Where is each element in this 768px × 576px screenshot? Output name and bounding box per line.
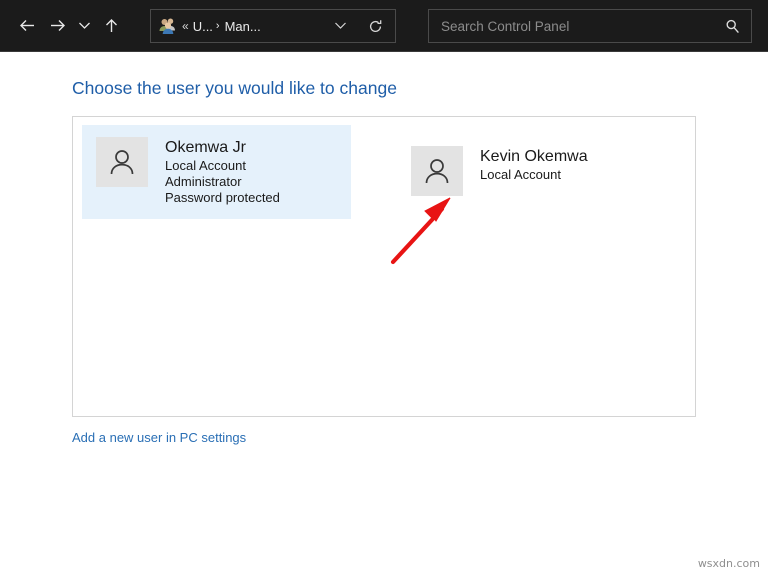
- back-button[interactable]: [12, 11, 42, 41]
- forward-button[interactable]: [42, 11, 72, 41]
- address-dropdown-icon[interactable]: [334, 19, 347, 33]
- user-info: Okemwa Jr Local Account Administrator Pa…: [165, 137, 280, 206]
- content-area: Choose the user you would like to change…: [0, 53, 768, 576]
- user-accounts-icon: [158, 17, 178, 35]
- user-info: Kevin Okemwa Local Account: [480, 146, 588, 183]
- user-name: Kevin Okemwa: [480, 148, 588, 165]
- user-accounts-panel: Okemwa Jr Local Account Administrator Pa…: [72, 116, 696, 417]
- avatar: [96, 137, 148, 187]
- user-account-type: Local Account: [165, 158, 246, 173]
- user-name: Okemwa Jr: [165, 139, 246, 156]
- explorer-toolbar: « U... › Man... Search Control Panel: [0, 0, 768, 52]
- user-role: Administrator: [165, 174, 242, 189]
- recent-locations-button[interactable]: [72, 11, 96, 41]
- user-card-okemwa-jr[interactable]: Okemwa Jr Local Account Administrator Pa…: [82, 125, 351, 219]
- avatar: [411, 146, 463, 196]
- breadcrumb-chevron-icon[interactable]: ›: [216, 20, 220, 32]
- page-title: Choose the user you would like to change: [72, 78, 397, 98]
- refresh-icon[interactable]: [368, 19, 383, 34]
- up-one-level-button[interactable]: [96, 11, 126, 41]
- add-new-user-link[interactable]: Add a new user in PC settings: [72, 430, 246, 445]
- search-icon[interactable]: [725, 19, 740, 34]
- search-control-panel-box[interactable]: Search Control Panel: [428, 9, 752, 43]
- breadcrumb-item-1[interactable]: U...: [193, 19, 213, 34]
- user-password-status: Password protected: [165, 190, 280, 205]
- breadcrumb-item-2[interactable]: Man...: [225, 19, 261, 34]
- user-card-kevin-okemwa[interactable]: Kevin Okemwa Local Account: [397, 134, 666, 209]
- breadcrumb-overflow[interactable]: «: [182, 19, 189, 33]
- watermark: wsxdn.com: [697, 557, 760, 570]
- user-account-type: Local Account: [480, 167, 561, 182]
- address-bar[interactable]: « U... › Man...: [150, 9, 396, 43]
- search-input[interactable]: Search Control Panel: [441, 19, 725, 34]
